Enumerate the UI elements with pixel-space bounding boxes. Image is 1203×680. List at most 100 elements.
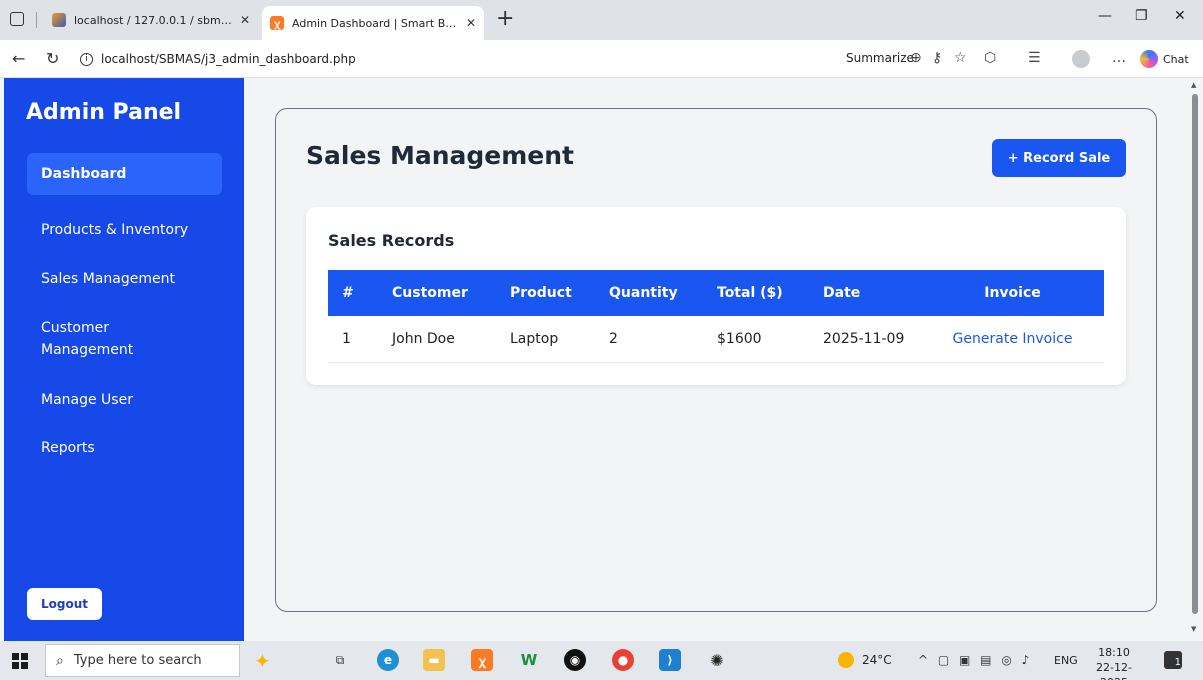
sales-table: # Customer Product Quantity Total ($) Da… — [328, 270, 1104, 363]
clock-date: 22-12-2025 — [1096, 661, 1132, 680]
copilot-summarize-icon[interactable]: ⊕ — [910, 50, 922, 66]
page-scrollbar[interactable]: ▲ ▼ — [1188, 78, 1203, 641]
cell-total: $1600 — [703, 316, 809, 363]
record-sale-button[interactable]: + Record Sale — [992, 139, 1126, 177]
address-bar: ← ↻ i localhost/SBMAS/j3_admin_dashboard… — [0, 40, 1203, 78]
summarize-label: Summarize — [846, 51, 914, 65]
sidebar-item-manage-user[interactable]: Manage User — [27, 379, 222, 421]
sales-records-card: Sales Records # Customer Product Quantit… — [306, 207, 1126, 385]
page-title: Sales Management — [306, 141, 575, 170]
profile-avatar[interactable] — [1072, 50, 1090, 68]
info-icon[interactable]: i — [80, 52, 93, 66]
sidebar-item-label: Customer Management — [41, 320, 134, 358]
sidebar-item-customer-management[interactable]: Customer Management — [27, 307, 187, 371]
tab-phpmyadmin[interactable]: localhost / 127.0.0.1 / sbmas / user ✕ — [44, 6, 258, 34]
tab-actions-icon[interactable] — [10, 12, 24, 26]
more-options-icon[interactable]: … — [1112, 50, 1126, 66]
cell-invoice: Generate Invoice — [921, 316, 1104, 363]
restore-icon[interactable]: ❐ — [1135, 8, 1148, 24]
taskbar-search-box[interactable]: ⌕ Type here to search — [45, 644, 240, 677]
column-header-invoice: Invoice — [921, 270, 1104, 316]
sidebar-item-label: Sales Management — [41, 271, 175, 287]
file-explorer-icon[interactable]: ▬ — [423, 649, 445, 671]
sidebar-item-label: Manage User — [41, 392, 133, 408]
cell-date: 2025-11-09 — [809, 316, 921, 363]
column-header-customer: Customer — [378, 270, 496, 316]
page-viewport: Admin Panel Dashboard Products & Invento… — [0, 78, 1203, 641]
generate-invoice-link[interactable]: Generate Invoice — [953, 331, 1073, 347]
close-icon[interactable]: ✕ — [466, 16, 476, 30]
column-header-total: Total ($) — [703, 270, 809, 316]
cell-customer: John Doe — [378, 316, 496, 363]
table-header-row: # Customer Product Quantity Total ($) Da… — [328, 270, 1104, 316]
sidebar-item-reports[interactable]: Reports — [27, 427, 222, 469]
clock[interactable]: 18:10 22-12-2025 — [1090, 645, 1138, 680]
column-header-date: Date — [809, 270, 921, 316]
extensions-icon[interactable]: ⬡ — [984, 50, 996, 66]
vscode-icon[interactable]: ⟩ — [659, 649, 681, 671]
sidebar-title: Admin Panel — [26, 100, 182, 125]
notification-count: 1 — [1174, 657, 1181, 668]
xampp-taskbar-icon[interactable]: ꭓ — [471, 649, 493, 671]
sidebar-item-label: Dashboard — [41, 166, 127, 182]
cell-product: Laptop — [496, 316, 595, 363]
clock-time: 18:10 — [1098, 646, 1130, 659]
sales-records-title: Sales Records — [328, 231, 455, 250]
star-icon[interactable]: ☆ — [954, 50, 967, 66]
url-field[interactable]: i localhost/SBMAS/j3_admin_dashboard.php — [74, 46, 364, 72]
summarize-button[interactable]: Summarize — [846, 51, 914, 65]
chrome-icon[interactable]: ● — [612, 649, 634, 671]
weather-temperature: 24°C — [862, 653, 892, 667]
sidebar: Admin Panel Dashboard Products & Invento… — [4, 78, 244, 641]
chatgpt-icon[interactable]: ✺ — [706, 649, 728, 671]
table-row: 1 John Doe Laptop 2 $1600 2025-11-09 Gen… — [328, 316, 1104, 363]
sidebar-item-label: Products & Inventory — [41, 222, 189, 238]
scroll-thumb[interactable] — [1192, 94, 1198, 614]
tab-admin-dashboard[interactable]: ꭓ Admin Dashboard | Smart Business ✕ — [262, 6, 484, 40]
new-tab-icon[interactable]: + — [496, 6, 514, 31]
scroll-up-icon[interactable]: ▲ — [1191, 81, 1196, 89]
system-tray[interactable]: ^ ▢ ▣ ▤ ◎ ♪ — [918, 653, 1032, 667]
notification-icon[interactable]: 1 — [1164, 651, 1182, 669]
main-content: Sales Management + Record Sale Sales Rec… — [275, 108, 1157, 612]
sidebar-item-products-inventory[interactable]: Products & Inventory — [27, 209, 222, 251]
url-text: localhost/SBMAS/j3_admin_dashboard.php — [101, 52, 356, 66]
copilot-icon — [1140, 50, 1158, 68]
close-window-icon[interactable]: ✕ — [1174, 8, 1186, 24]
column-header-product: Product — [496, 270, 595, 316]
column-header-quantity: Quantity — [595, 270, 703, 316]
close-icon[interactable]: ✕ — [240, 13, 250, 27]
search-icon: ⌕ — [56, 652, 64, 669]
github-icon[interactable]: ◉ — [564, 649, 586, 671]
sidebar-item-sales-management[interactable]: Sales Management — [27, 258, 222, 300]
chat-label: Chat — [1163, 52, 1189, 66]
wamp-icon[interactable]: W — [518, 649, 540, 671]
logout-button[interactable]: Logout — [27, 588, 102, 620]
phpmyadmin-icon — [52, 13, 66, 27]
browser-tab-bar: localhost / 127.0.0.1 / sbmas / user ✕ ꭓ… — [0, 0, 1203, 40]
column-header-number: # — [328, 270, 378, 316]
chat-button[interactable]: Chat — [1140, 50, 1189, 68]
xampp-icon: ꭓ — [270, 16, 284, 30]
sidebar-item-label: Reports — [41, 440, 95, 456]
back-icon[interactable]: ← — [12, 49, 25, 68]
weather-widget[interactable]: 24°C — [838, 652, 892, 668]
minimize-icon[interactable]: — — [1098, 8, 1112, 24]
scroll-down-icon[interactable]: ▼ — [1191, 625, 1196, 633]
key-icon[interactable]: ⚷ — [932, 50, 942, 66]
tab-separator — [36, 12, 37, 28]
sparkle-icon[interactable]: ✦ — [254, 649, 271, 673]
cell-quantity: 2 — [595, 316, 703, 363]
task-view-icon[interactable]: ⧉ — [329, 649, 351, 671]
tab-title: Admin Dashboard | Smart Business — [292, 16, 460, 30]
weather-icon — [838, 652, 854, 668]
cell-number: 1 — [328, 316, 378, 363]
windows-start-icon[interactable] — [12, 653, 28, 669]
edge-icon[interactable]: e — [377, 649, 399, 671]
sidebar-item-dashboard[interactable]: Dashboard — [27, 153, 222, 195]
favorites-icon[interactable]: ☰ — [1028, 50, 1041, 66]
refresh-icon[interactable]: ↻ — [46, 49, 59, 68]
language-indicator[interactable]: ENG — [1054, 654, 1078, 667]
tab-title: localhost / 127.0.0.1 / sbmas / user — [74, 13, 234, 27]
taskbar: ⌕ Type here to search ✦ ⧉ e ▬ ꭓ W ◉ ● ⟩ … — [0, 641, 1203, 680]
